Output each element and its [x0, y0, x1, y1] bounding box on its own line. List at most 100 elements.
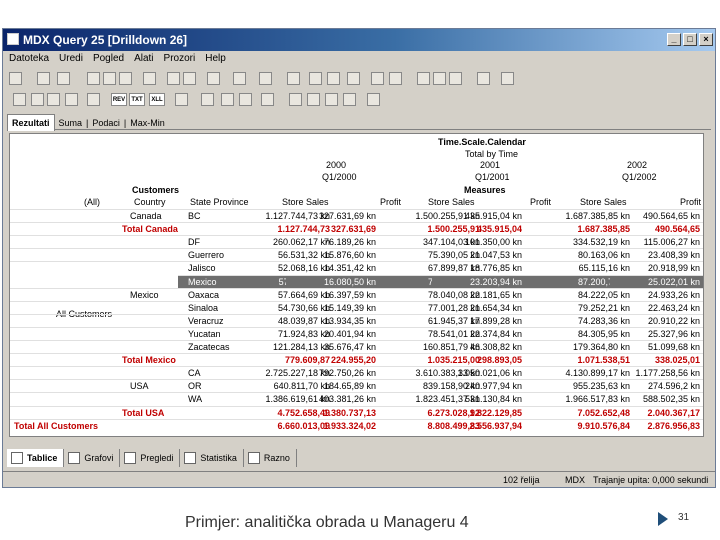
tab-tablice[interactable]: Tablice — [7, 449, 65, 467]
pages-icon[interactable] — [327, 72, 340, 85]
value-cell: 16.080,50 kn — [286, 276, 376, 287]
col-profit-2000: Profit — [380, 197, 402, 207]
maximize-button[interactable]: □ — [683, 33, 697, 46]
new-icon[interactable] — [9, 72, 22, 85]
form-icon[interactable] — [261, 93, 274, 106]
value-cell: 240.977,94 kn — [464, 381, 522, 392]
tab-rezultati[interactable]: Rezultati — [7, 114, 55, 131]
book-icon[interactable] — [449, 72, 462, 85]
tab-pregledi[interactable]: Pregledi — [120, 449, 181, 467]
prev-icon[interactable] — [307, 93, 320, 106]
menu-alati[interactable]: Alati — [134, 53, 153, 64]
state-cell[interactable]: Mexico — [188, 276, 217, 287]
table-icon[interactable] — [175, 93, 188, 106]
drill-icon[interactable] — [201, 93, 214, 106]
total-label: Total Mexico — [122, 355, 176, 366]
close-button[interactable]: × — [699, 33, 713, 46]
props-icon[interactable] — [371, 72, 384, 85]
smiley-icon[interactable] — [501, 72, 514, 85]
image-icon[interactable] — [87, 93, 100, 106]
tree-icon[interactable] — [183, 72, 196, 85]
state-cell[interactable]: CA — [188, 368, 201, 378]
state-cell[interactable]: OR — [188, 381, 202, 391]
paste-icon[interactable] — [119, 72, 132, 85]
xll-icon[interactable]: XLL — [149, 93, 165, 106]
rev-icon[interactable]: REV — [111, 93, 127, 106]
value-cell: 76.189,26 kn — [323, 237, 376, 248]
state-cell[interactable]: BC — [188, 211, 201, 221]
result-tabs: Rezultati Suma | Podaci | Max-Min — [7, 114, 711, 131]
cube-icon[interactable] — [233, 72, 246, 85]
chart-doc-icon[interactable] — [389, 72, 402, 85]
value-cell: 25.022,01 kn — [610, 276, 700, 287]
value-cell: 435.915,04 — [476, 224, 522, 235]
quarter-2000: Q1/2000 — [322, 172, 357, 182]
tab-statistika[interactable]: Statistika — [180, 449, 244, 467]
shapes-icon[interactable] — [221, 93, 234, 106]
pivot-icon[interactable] — [47, 93, 60, 106]
value-cell: 490.564,65 kn — [642, 211, 700, 221]
menu-help[interactable]: Help — [205, 53, 226, 64]
state-cell[interactable]: Zacatecas — [188, 342, 230, 352]
db-icon[interactable] — [477, 72, 490, 85]
delete-icon[interactable] — [143, 72, 156, 85]
country-cell[interactable]: USA — [130, 381, 149, 391]
state-cell[interactable]: Veracruz — [188, 316, 224, 326]
value-cell: 490.564,65 — [654, 224, 700, 235]
state-cell[interactable]: Jalisco — [188, 263, 216, 273]
country-cell[interactable]: Mexico — [130, 290, 159, 300]
back-icon[interactable] — [287, 72, 300, 85]
misc-icon — [247, 452, 260, 464]
next-icon[interactable] — [325, 93, 338, 106]
save-icon[interactable] — [37, 72, 50, 85]
tab-max-min[interactable]: Max-Min — [126, 115, 169, 131]
last-icon[interactable] — [343, 93, 356, 106]
value-cell: 17.899,28 kn — [469, 315, 522, 326]
state-cell[interactable]: WA — [188, 394, 202, 404]
txt-icon[interactable]: TXT — [129, 93, 145, 106]
pivot-grid[interactable]: Time.Scale.Calendar Total by Time 2000 2… — [9, 133, 704, 437]
value-cell: 21.047,53 kn — [469, 250, 522, 261]
time-dimension-label: Time.Scale.Calendar — [438, 137, 526, 147]
state-cell[interactable]: Guerrero — [188, 250, 224, 260]
tab-suma[interactable]: Suma — [55, 115, 87, 131]
value-cell: 20.910,22 kn — [647, 315, 700, 326]
minimize-button[interactable]: _ — [667, 33, 681, 46]
state-cell[interactable]: Oaxaca — [188, 290, 219, 300]
folder-icon[interactable] — [433, 72, 446, 85]
grid-icon[interactable] — [13, 93, 26, 106]
value-cell: 298.893,05 — [476, 355, 522, 366]
col-store-sales-2001: Store Sales — [428, 197, 475, 207]
state-cell[interactable]: Sinaloa — [188, 303, 218, 313]
menu-prozori[interactable]: Prozori — [164, 53, 196, 64]
slide-caption: Primjer: analitička obrada u Manageru 4 — [185, 514, 469, 531]
country-cell[interactable]: Canada — [130, 211, 162, 221]
books-icon[interactable] — [417, 72, 430, 85]
hand-icon[interactable] — [367, 93, 380, 106]
run-icon[interactable] — [167, 72, 180, 85]
chart-icon — [68, 452, 81, 464]
cup-icon[interactable] — [347, 72, 360, 85]
tab-razno[interactable]: Razno — [244, 449, 297, 467]
state-cell[interactable]: Yucatan — [188, 329, 221, 339]
tab-podaci[interactable]: Podaci — [88, 115, 124, 131]
copy-icon[interactable] — [103, 72, 116, 85]
cut-icon[interactable] — [87, 72, 100, 85]
doc-icon[interactable] — [309, 72, 322, 85]
menu-uredi[interactable]: Uredi — [59, 53, 83, 64]
page-number: 31 — [678, 512, 690, 523]
value-cell: 327.631,69 kn — [318, 211, 376, 221]
menu-pogled[interactable]: Pogled — [93, 53, 124, 64]
bottom-tabs: Tablice Grafovi Pregledi Statistika Razno — [7, 449, 711, 467]
menu-datoteka[interactable]: Datoteka — [9, 53, 49, 64]
bulb-icon[interactable] — [259, 72, 272, 85]
tab-grafovi[interactable]: Grafovi — [64, 449, 121, 467]
print-icon[interactable] — [207, 72, 220, 85]
title-bar: MDX Query 25 [Drilldown 26] _ □ × — [3, 29, 715, 51]
chart-icon[interactable] — [31, 93, 44, 106]
calc-icon[interactable] — [239, 93, 252, 106]
first-icon[interactable] — [289, 93, 302, 106]
filter-icon[interactable] — [65, 93, 78, 106]
edit-icon[interactable] — [57, 72, 70, 85]
state-cell[interactable]: DF — [188, 237, 200, 247]
